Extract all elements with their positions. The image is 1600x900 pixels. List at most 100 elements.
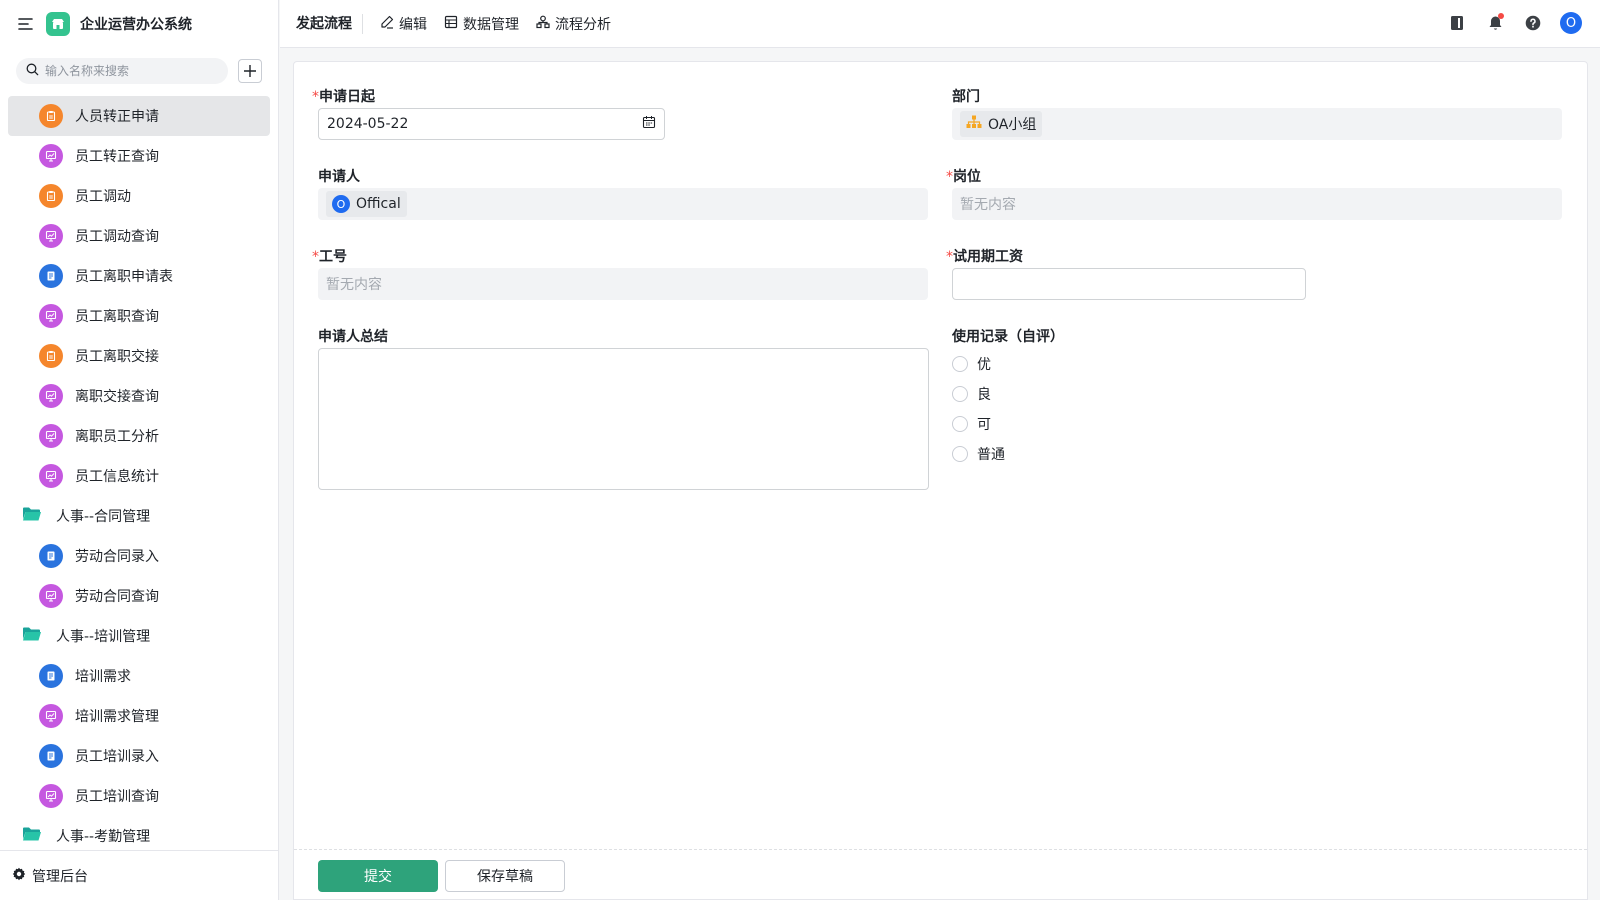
radio-option-fair[interactable]: 可	[952, 414, 991, 434]
department-field: OA小组	[952, 108, 1562, 140]
form-panel: *申请日起 2024-05-22 部门 OA小组 申请人 O Offical *…	[293, 61, 1588, 900]
summary-textarea[interactable]	[318, 348, 929, 490]
sidebar-item[interactable]: 劳动合同录入	[8, 536, 270, 576]
sidebar-item-label: 人员转正申请	[75, 109, 159, 125]
sidebar-item-label: 培训需求管理	[75, 709, 159, 725]
bell-icon[interactable]	[1484, 12, 1506, 34]
sidebar-item-label: 员工培训查询	[75, 789, 159, 805]
applicant-chip: O Offical	[326, 191, 407, 217]
folder-open-icon	[22, 626, 42, 646]
flow-analysis-link[interactable]: 流程分析	[536, 14, 611, 34]
form-icon	[39, 184, 63, 208]
radio-label: 良	[977, 387, 991, 403]
employee-id-placeholder: 暂无内容	[326, 277, 382, 293]
radio-label: 普通	[977, 447, 1005, 463]
department-chip: OA小组	[960, 111, 1043, 137]
document-icon	[39, 664, 63, 688]
summary-label: 申请人总结	[318, 329, 388, 345]
sidebar-item-label: 员工调动查询	[75, 229, 159, 245]
sidebar-item[interactable]: 离职交接查询	[8, 376, 270, 416]
add-button[interactable]	[238, 59, 262, 83]
sidebar-item[interactable]: 员工调动查询	[8, 216, 270, 256]
sidebar-item[interactable]: 员工离职查询	[8, 296, 270, 336]
edit-icon	[380, 15, 394, 33]
calendar-icon[interactable]	[642, 115, 656, 133]
menu-toggle-icon[interactable]	[16, 14, 36, 34]
report-icon	[39, 304, 63, 328]
salary-input[interactable]	[952, 268, 1306, 300]
sidebar-folder[interactable]: 人事--考勤管理	[0, 816, 278, 850]
sidebar-item-label: 劳动合同查询	[75, 589, 159, 605]
radio-option-good[interactable]: 良	[952, 384, 991, 404]
radio-circle[interactable]	[952, 446, 968, 462]
sidebar-item-label: 员工调动	[75, 189, 131, 205]
form-footer: 提交 保存草稿	[294, 849, 1587, 899]
admin-link[interactable]: 管理后台	[0, 850, 278, 900]
sidebar-item[interactable]: 员工信息统计	[8, 456, 270, 496]
folder-label: 人事--考勤管理	[56, 829, 151, 845]
sidebar-item[interactable]: 员工离职交接	[8, 336, 270, 376]
flow-icon	[536, 15, 550, 33]
folder-label: 人事--培训管理	[56, 629, 151, 645]
applicant-field: O Offical	[318, 188, 928, 220]
sidebar-item[interactable]: 离职员工分析	[8, 416, 270, 456]
sidebar-item[interactable]: 人员转正申请	[8, 96, 270, 136]
help-icon[interactable]	[1522, 12, 1544, 34]
sidebar-item-label: 劳动合同录入	[75, 549, 159, 565]
admin-link-label: 管理后台	[32, 868, 88, 885]
radio-circle[interactable]	[952, 416, 968, 432]
sidebar-folder[interactable]: 人事--合同管理	[0, 496, 278, 536]
salary-label: *试用期工资	[946, 249, 1023, 265]
page-title: 发起流程	[296, 13, 363, 34]
sidebar-item[interactable]: 员工转正查询	[8, 136, 270, 176]
department-label: 部门	[952, 89, 980, 105]
edit-link[interactable]: 编辑	[380, 14, 427, 34]
save-draft-button[interactable]: 保存草稿	[445, 860, 565, 892]
user-avatar[interactable]: O	[1560, 12, 1582, 34]
sidebar-folder[interactable]: 人事--培训管理	[0, 616, 278, 656]
radio-circle[interactable]	[952, 356, 968, 372]
employee-id-label: *工号	[312, 249, 347, 265]
sidebar-item[interactable]: 员工调动	[8, 176, 270, 216]
sidebar-item[interactable]: 劳动合同查询	[8, 576, 270, 616]
data-management-link-label: 数据管理	[463, 16, 519, 33]
sidebar-item[interactable]: 培训需求管理	[8, 696, 270, 736]
sidebar-item-label: 员工离职交接	[75, 349, 159, 365]
sidebar-item-label: 员工信息统计	[75, 469, 159, 485]
form-icon	[39, 104, 63, 128]
sidebar-search-row	[0, 48, 278, 94]
required-mark: *	[946, 249, 953, 265]
position-label: *岗位	[946, 169, 981, 185]
sidebar-search	[16, 58, 228, 84]
radio-circle[interactable]	[952, 386, 968, 402]
search-input[interactable]	[45, 64, 218, 78]
top-bar: 发起流程 编辑 数据管理 流程分析 O	[280, 0, 1600, 48]
app-logo-icon	[46, 12, 70, 36]
notebook-icon[interactable]	[1446, 12, 1468, 34]
flow-analysis-link-label: 流程分析	[555, 16, 611, 33]
date-label: *申请日起	[312, 89, 375, 105]
submit-button[interactable]: 提交	[318, 860, 438, 892]
sidebar-header: 企业运营办公系统	[0, 0, 278, 48]
folder-open-icon	[22, 506, 42, 526]
sidebar-item[interactable]: 员工培训查询	[8, 776, 270, 816]
position-field: 暂无内容	[952, 188, 1562, 220]
date-field[interactable]: 2024-05-22	[318, 108, 665, 140]
sidebar-nav: 人员转正申请 员工转正查询 员工调动员工调动查询员工离职申请表 员工离职查询员工离职交…	[0, 96, 278, 850]
data-management-link[interactable]: 数据管理	[444, 14, 519, 34]
radio-label: 可	[977, 417, 991, 433]
department-value: OA小组	[988, 117, 1037, 133]
sidebar-item-label: 培训需求	[75, 669, 131, 685]
applicant-avatar: O	[332, 195, 350, 213]
report-icon	[39, 384, 63, 408]
radio-option-normal[interactable]: 普通	[952, 444, 1005, 464]
radio-option-excellent[interactable]: 优	[952, 354, 991, 374]
app-title: 企业运营办公系统	[80, 17, 192, 33]
sidebar-item[interactable]: 员工培训录入	[8, 736, 270, 776]
org-chart-icon	[966, 115, 982, 133]
sidebar-item-label: 员工转正查询	[75, 149, 159, 165]
required-mark: *	[312, 249, 319, 265]
sidebar-item[interactable]: 员工离职申请表	[8, 256, 270, 296]
sidebar-item[interactable]: 培训需求	[8, 656, 270, 696]
record-label: 使用记录（自评）	[952, 329, 1064, 345]
